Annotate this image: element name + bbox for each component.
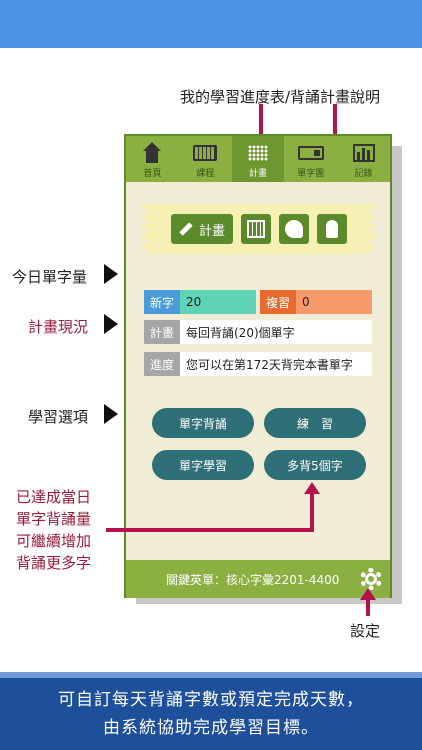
vocab-card-icon [297, 142, 324, 164]
arrow-line [366, 598, 370, 616]
help-button[interactable] [317, 214, 347, 244]
arrow-line [106, 528, 314, 532]
tab-bar: 首頁 課程 計畫 單字團 記錄 [126, 136, 390, 182]
progress-table-button[interactable] [241, 214, 271, 244]
pencil-icon [179, 222, 193, 236]
gear-icon[interactable] [360, 568, 382, 590]
today-stats: 新字 20 複習 0 [144, 290, 372, 314]
annotation-settings: 設定 [350, 622, 381, 640]
annotation-done: 已達成當日 單字背誦量 可繼續增加 背誦更多字 [16, 488, 92, 572]
plan-value: 每回背誦(20)個單字 [180, 320, 372, 344]
chart-icon [351, 142, 377, 164]
top-banner [0, 0, 422, 48]
arrow-head [360, 588, 376, 600]
book-footer: 關鍵英單：核心字彙2201-4400 [126, 560, 390, 598]
review-count: 0 [296, 290, 372, 314]
memory-plan-button[interactable] [279, 214, 309, 244]
caption-bar: 可自訂每天背誦字數或預定完成天數， 由系統協助完成學習目標。 [0, 672, 422, 750]
tab-course[interactable]: 課程 [179, 136, 232, 182]
recite-button[interactable]: 單字背誦 [152, 408, 254, 438]
annotation-status: 計畫現況 [28, 318, 89, 336]
head-icon [285, 220, 303, 238]
annotation-options: 學習選項 [28, 408, 89, 426]
pointer-icon [104, 314, 118, 334]
progress-value: 您可以在第172天背完本書單字 [180, 352, 372, 376]
arrow-head [304, 482, 320, 494]
annotation-today: 今日單字量 [12, 268, 88, 286]
bulb-icon [326, 220, 338, 238]
new-count: 20 [180, 290, 256, 314]
tab-vocab[interactable]: 單字團 [284, 136, 337, 182]
learn-button[interactable]: 單字學習 [152, 450, 254, 480]
plan-ribbon: 計畫 [142, 204, 376, 254]
pointer-icon [104, 264, 118, 284]
more-words-button[interactable]: 多背5個字 [264, 450, 366, 480]
tab-home[interactable]: 首頁 [126, 136, 179, 182]
plan-dots-icon [245, 142, 271, 164]
home-icon [139, 142, 165, 164]
tab-plan[interactable]: 計畫 [231, 136, 285, 182]
progress-row: 進度 您可以在第172天背完本書單字 [144, 352, 372, 376]
review-label: 複習 [260, 290, 296, 314]
plan-row: 計畫 每回背誦(20)個單字 [144, 320, 372, 344]
arrow-line [310, 492, 314, 532]
annotation-progress-plan: 我的學習進度表/背誦計畫說明 [180, 88, 381, 106]
plan-button[interactable]: 計畫 [170, 214, 233, 244]
grid-icon [247, 220, 265, 238]
course-icon [192, 142, 218, 164]
practice-button[interactable]: 練 習 [264, 408, 366, 438]
new-label: 新字 [144, 290, 180, 314]
tab-record[interactable]: 記錄 [337, 136, 390, 182]
pointer-icon [104, 404, 118, 424]
